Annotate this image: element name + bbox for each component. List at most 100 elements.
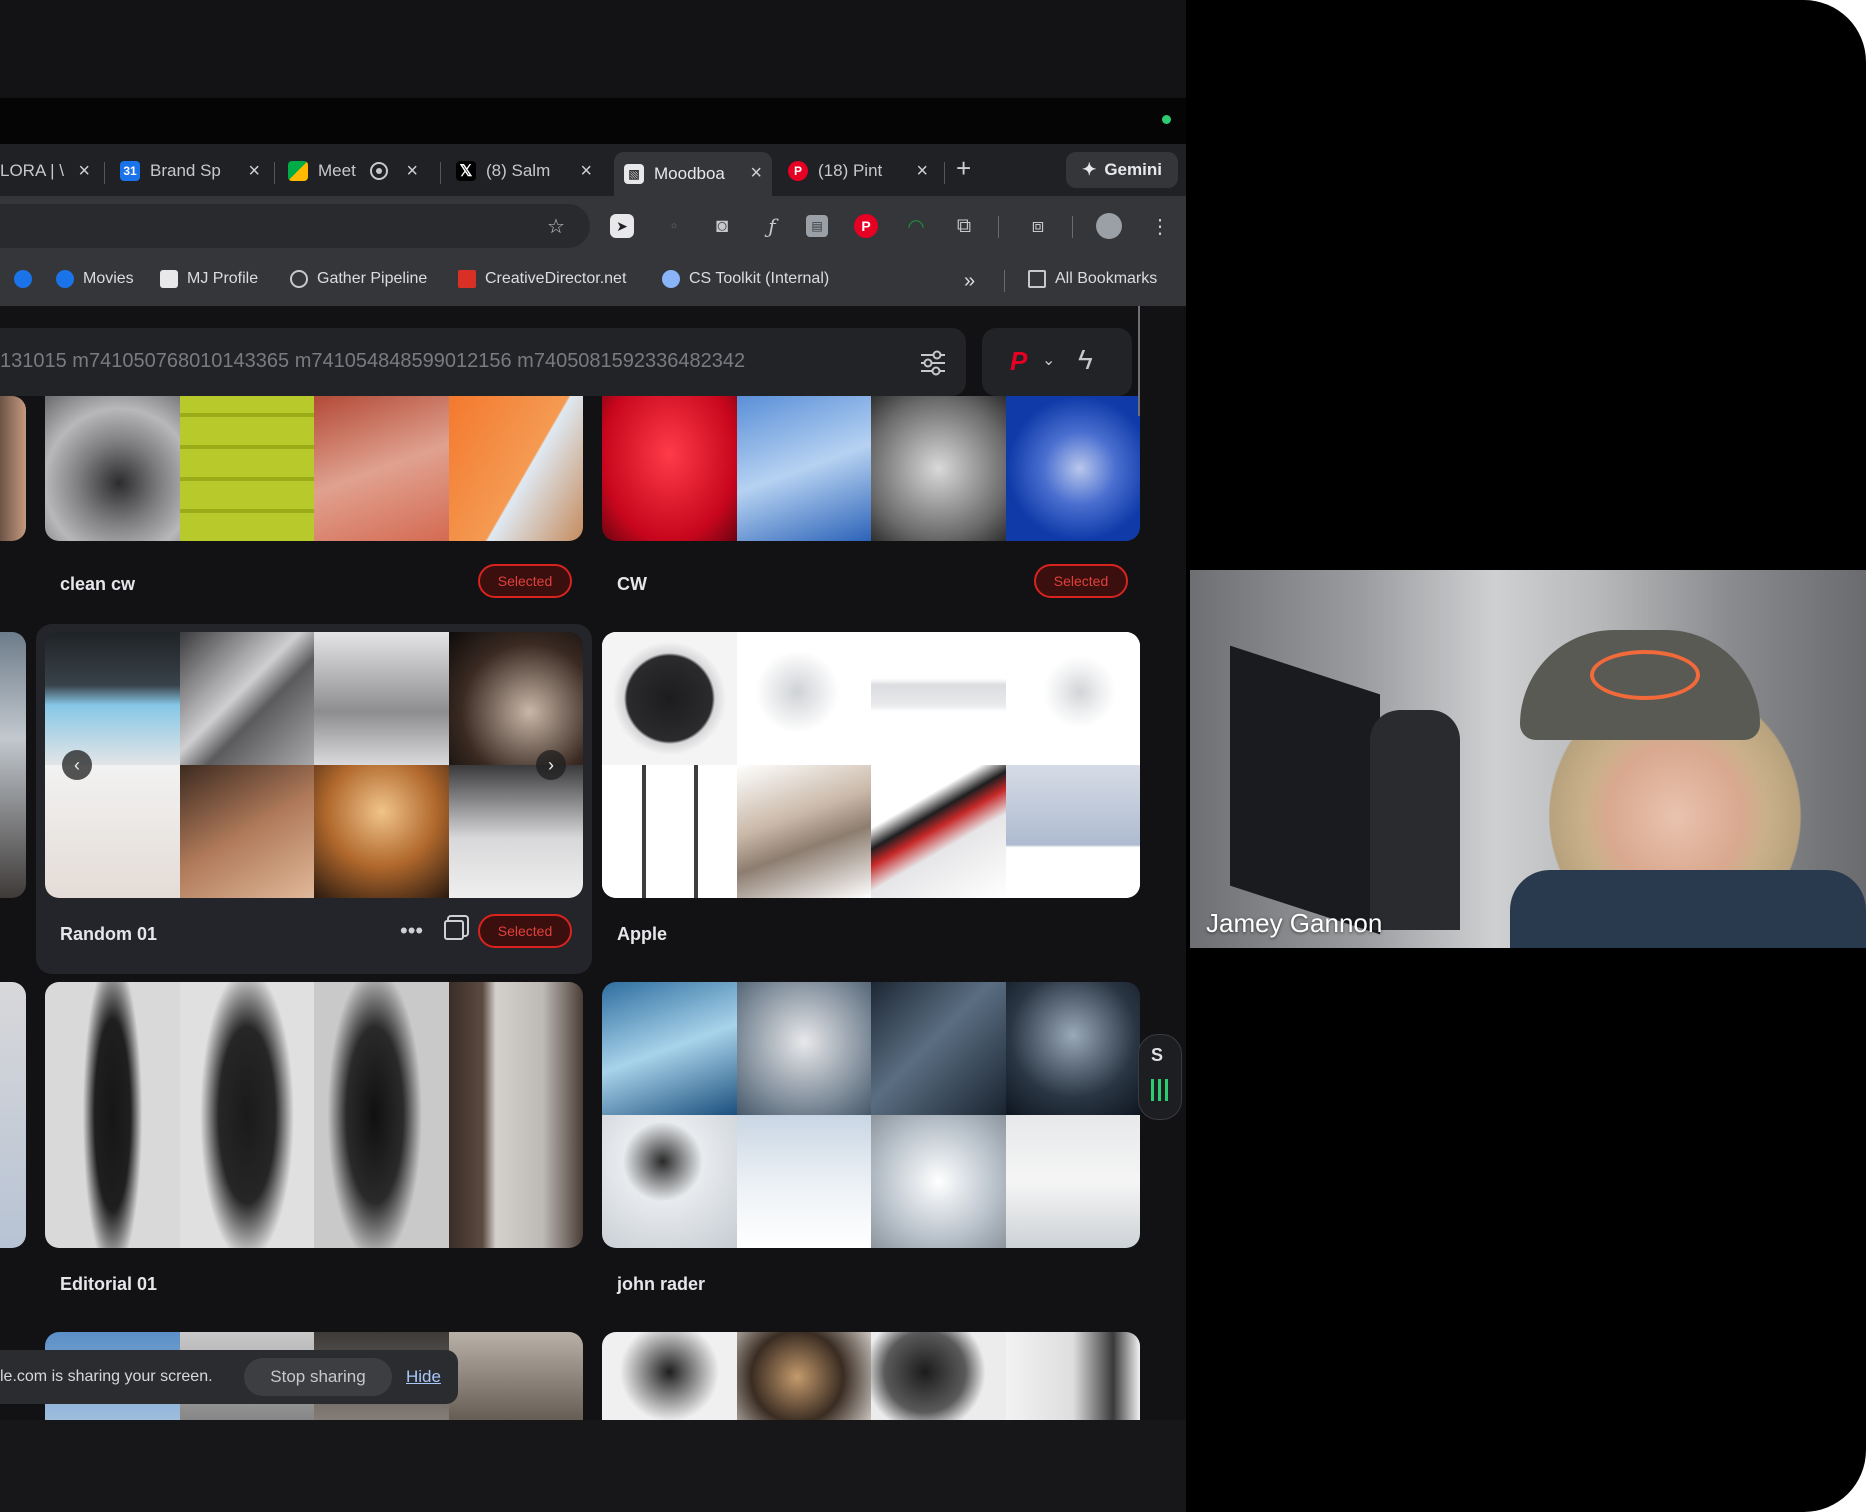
tab-lora[interactable]: LORA | \ × — [0, 152, 100, 190]
calendar-icon: 31 — [120, 161, 140, 181]
browser-toolbar: ☆ ➤ ◦ ◙ ƒ ▤ P ◠ ⧉ ⧈ ⋮ — [0, 196, 1186, 256]
card-image-grid[interactable] — [602, 1332, 1140, 1420]
side-widget[interactable]: S — [1138, 1034, 1182, 1120]
tab-search-icon[interactable]: ⧈ — [1024, 212, 1052, 240]
tab-x[interactable]: 𝕏 (8) Salm × — [456, 152, 602, 190]
send-extension-icon[interactable]: ➤ — [610, 214, 634, 238]
card-image-grid[interactable] — [45, 632, 583, 898]
tab-title: LORA | \ — [0, 161, 64, 180]
pinterest-icon: P — [788, 161, 808, 181]
bookmark-generic[interactable] — [14, 270, 41, 288]
creative-icon — [458, 270, 476, 288]
close-icon[interactable]: × — [916, 160, 928, 183]
close-icon[interactable]: × — [406, 160, 418, 183]
circle-icon — [14, 270, 32, 288]
copy-icon[interactable] — [444, 920, 464, 940]
gemini-button[interactable]: ✦ Gemini — [1066, 152, 1178, 188]
moodboard-icon: ▧ — [624, 164, 644, 184]
moodboard-page: clean cw Selected CW Selected ‹ › Random… — [0, 306, 1186, 1420]
carousel-next-button[interactable]: › — [536, 750, 566, 780]
hide-link[interactable]: Hide — [406, 1367, 441, 1387]
card-image-grid[interactable] — [602, 396, 1140, 541]
chevron-right-icon: › — [548, 754, 554, 775]
address-bar[interactable]: ☆ — [0, 204, 590, 248]
mode-selector[interactable]: P ⌄ ϟ — [982, 328, 1132, 396]
close-icon[interactable]: × — [750, 162, 762, 185]
chevron-down-icon[interactable]: ⌄ — [1042, 350, 1055, 370]
pinterest-extension-icon[interactable]: P — [854, 214, 878, 238]
carousel-prev-button[interactable]: ‹ — [62, 750, 92, 780]
tab-moodboard[interactable]: ▧ Moodboa × — [614, 152, 772, 196]
tab-pinterest[interactable]: P (18) Pint × — [788, 152, 938, 190]
folder-icon — [1028, 270, 1046, 288]
globe-icon — [662, 270, 680, 288]
tab-brand[interactable]: 31 Brand Sp × — [120, 152, 270, 190]
selected-button[interactable]: Selected — [478, 914, 572, 948]
meet-icon — [288, 161, 308, 181]
bookmark-label: Gather Pipeline — [317, 270, 428, 287]
card-title-john-rader[interactable]: john rader — [617, 1274, 705, 1295]
bookmark-movies[interactable]: Movies — [56, 270, 134, 288]
card-image-grid[interactable] — [602, 982, 1140, 1248]
mode-label: P — [1010, 346, 1028, 376]
new-tab-button[interactable]: + — [956, 153, 971, 184]
avatar[interactable] — [1096, 213, 1122, 239]
puzzle-icon[interactable]: ⧉ — [950, 212, 978, 240]
card-title-clean-cw[interactable]: clean cw — [60, 574, 135, 595]
tab-meet[interactable]: Meet × — [288, 152, 428, 190]
bottom-bar — [0, 1420, 1186, 1512]
tab-bar: LORA | \ × 31 Brand Sp × Meet × 𝕏 (8) Sa… — [0, 144, 1186, 196]
bookmark-creativedirector[interactable]: CreativeDirector.net — [458, 270, 626, 288]
star-icon[interactable]: ☆ — [542, 212, 570, 240]
close-icon[interactable]: × — [248, 160, 260, 183]
selected-button[interactable]: Selected — [1034, 564, 1128, 598]
cap-logo — [1590, 650, 1700, 700]
card-title-cw[interactable]: CW — [617, 574, 647, 595]
extension-icon[interactable]: ◦ — [660, 212, 688, 240]
filter-sliders-icon[interactable] — [918, 348, 948, 378]
tab-title: (18) Pint — [818, 161, 883, 180]
card-title-random-01[interactable]: Random 01 — [60, 924, 157, 945]
card-image-grid[interactable] — [602, 632, 1140, 898]
all-bookmarks[interactable]: All Bookmarks — [1028, 270, 1157, 288]
reader-extension-icon[interactable]: ▤ — [806, 215, 828, 237]
bookmarks-overflow[interactable]: » — [964, 270, 975, 293]
function-extension-icon[interactable]: ƒ — [758, 212, 786, 240]
camera-indicator — [1162, 115, 1171, 124]
bookmark-label: CreativeDirector.net — [485, 270, 627, 287]
stop-sharing-button[interactable]: Stop sharing — [244, 1358, 392, 1396]
close-icon[interactable]: × — [78, 160, 90, 183]
participant-video[interactable]: Jamey Gannon — [1190, 570, 1866, 948]
share-text: le.com is sharing your screen. — [0, 1368, 213, 1385]
scroll-edge — [1138, 306, 1140, 416]
card-image-grid[interactable] — [45, 982, 583, 1248]
widget-label: S — [1151, 1045, 1164, 1065]
bookmarks-bar: Movies MJ Profile Gather Pipeline Creati… — [0, 256, 1186, 307]
tab-divider — [104, 162, 105, 184]
toolbar-divider — [1072, 216, 1073, 238]
prompt-search-bar[interactable]: 131015 m741050768010143365 m741054848599… — [0, 328, 966, 396]
tab-title: Moodboa — [654, 164, 725, 183]
more-horiz-icon[interactable]: ••• — [400, 918, 423, 944]
dark-garment-shape — [1370, 710, 1460, 930]
bookmark-mj-profile[interactable]: MJ Profile — [160, 270, 258, 288]
tab-title: Meet — [318, 161, 356, 180]
bookmark-gather-pipeline[interactable]: Gather Pipeline — [290, 270, 427, 288]
selected-button[interactable]: Selected — [478, 564, 572, 598]
bookmark-label: MJ Profile — [187, 270, 259, 287]
lightning-icon[interactable]: ϟ — [1078, 344, 1093, 376]
bookmark-cs-toolkit[interactable]: CS Toolkit (Internal) — [662, 270, 829, 288]
card-image-grid[interactable] — [45, 396, 583, 541]
play-icon — [56, 270, 74, 288]
search-query[interactable]: 131015 m741050768010143365 m741054848599… — [0, 350, 745, 373]
close-icon[interactable]: × — [580, 160, 592, 183]
card-partial-image — [0, 396, 26, 541]
more-vert-icon[interactable]: ⋮ — [1146, 212, 1174, 240]
gather-icon — [290, 270, 308, 288]
card-title-apple[interactable]: Apple — [617, 924, 667, 945]
tab-divider — [944, 162, 945, 184]
card-title-editorial-01[interactable]: Editorial 01 — [60, 1274, 157, 1295]
shared-screen: LORA | \ × 31 Brand Sp × Meet × 𝕏 (8) Sa… — [0, 0, 1186, 1512]
camera-icon[interactable]: ◙ — [708, 212, 736, 240]
grammar-extension-icon[interactable]: ◠ — [902, 212, 930, 240]
